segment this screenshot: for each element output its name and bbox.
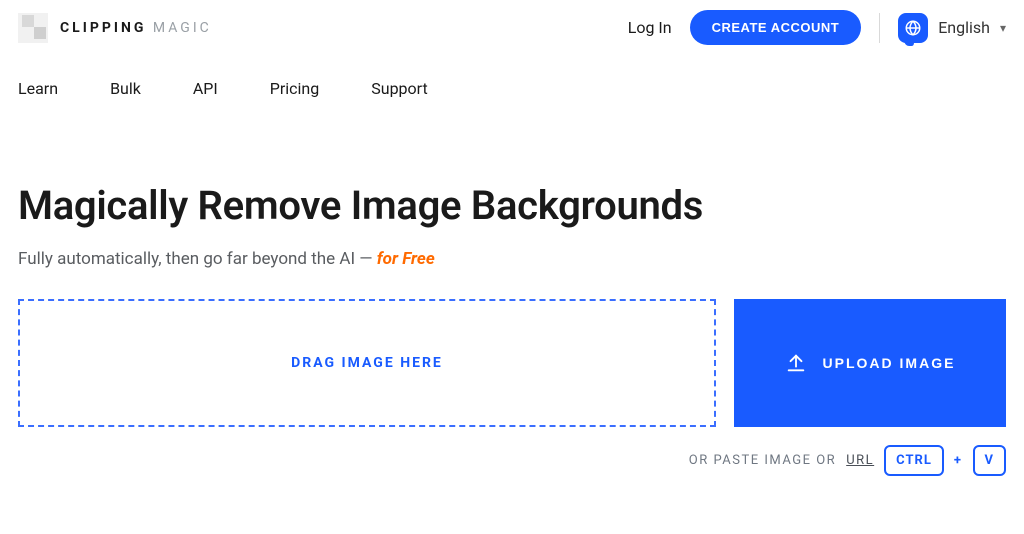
create-account-button[interactable]: CREATE ACCOUNT (690, 10, 862, 45)
brand[interactable]: CLIPPING MAGIC (18, 13, 212, 43)
nav-bulk[interactable]: Bulk (110, 79, 141, 98)
main-nav: Learn Bulk API Pricing Support (0, 53, 1024, 108)
upload-icon (785, 352, 807, 374)
key-v: V (973, 445, 1007, 476)
drag-label: DRAG IMAGE HERE (291, 355, 443, 371)
upload-label: UPLOAD IMAGE (823, 355, 956, 371)
drag-drop-zone[interactable]: DRAG IMAGE HERE (18, 299, 716, 427)
divider (879, 13, 880, 43)
subheading: Fully automatically, then go far beyond … (18, 249, 1006, 269)
brand-bold: CLIPPING (60, 20, 146, 36)
header-right: Log In CREATE ACCOUNT English ▾ (628, 10, 1006, 45)
paste-url-link[interactable]: URL (846, 453, 874, 468)
language-label: English (938, 18, 990, 37)
hero: Magically Remove Image Backgrounds Fully… (0, 108, 1024, 269)
upload-button[interactable]: UPLOAD IMAGE (734, 299, 1006, 427)
chevron-down-icon: ▾ (1000, 21, 1006, 35)
uploader-row: DRAG IMAGE HERE UPLOAD IMAGE (0, 299, 1024, 427)
login-link[interactable]: Log In (628, 18, 672, 37)
nav-support[interactable]: Support (371, 79, 427, 98)
paste-prefix: OR PASTE IMAGE OR (689, 453, 836, 468)
globe-icon (898, 13, 928, 43)
nav-learn[interactable]: Learn (18, 79, 58, 98)
key-ctrl: CTRL (884, 445, 944, 476)
header: CLIPPING MAGIC Log In CREATE ACCOUNT Eng… (0, 0, 1024, 53)
subhead-prefix: Fully automatically, then go far beyond … (18, 249, 377, 269)
nav-api[interactable]: API (193, 79, 218, 98)
subhead-emphasis: for Free (377, 249, 435, 269)
plus-icon: + (954, 453, 963, 468)
language-selector[interactable]: English ▾ (898, 13, 1006, 43)
nav-pricing[interactable]: Pricing (270, 79, 320, 98)
page-title: Magically Remove Image Backgrounds (18, 182, 1006, 229)
logo-icon (18, 13, 48, 43)
paste-row: OR PASTE IMAGE OR URL CTRL + V (0, 427, 1024, 476)
brand-text: CLIPPING MAGIC (60, 20, 212, 36)
brand-light: MAGIC (153, 20, 212, 36)
